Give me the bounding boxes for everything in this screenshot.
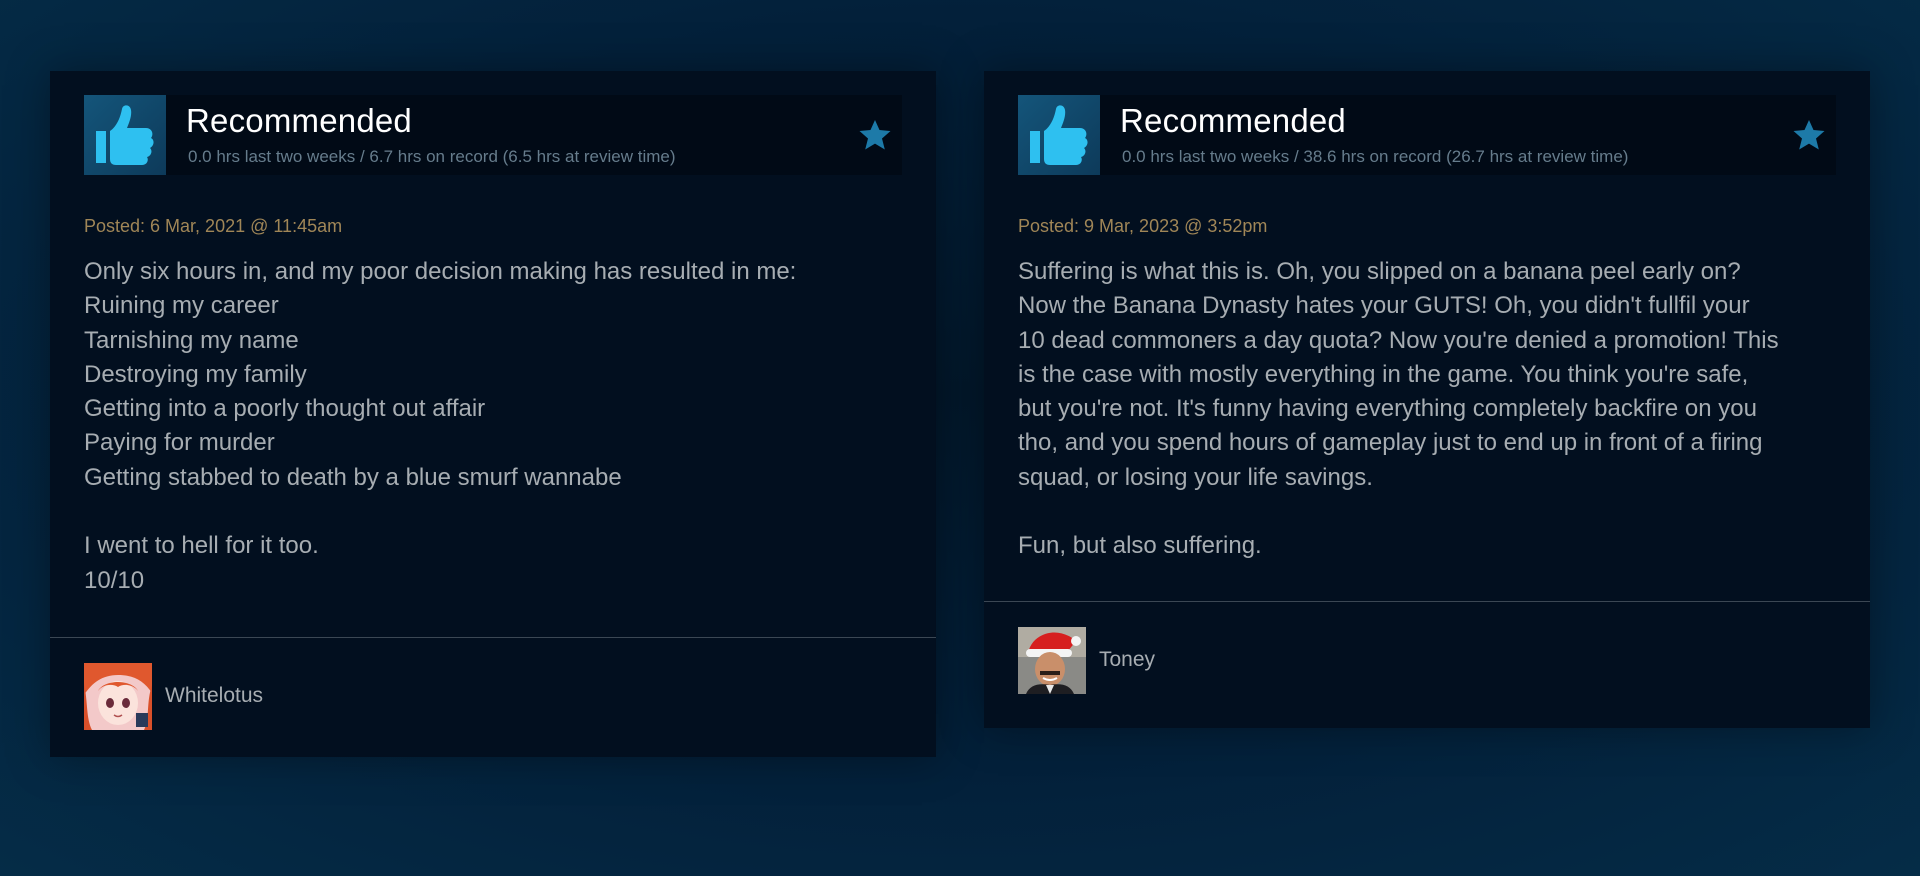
review-header[interactable]: Recommended 0.0 hrs last two weeks / 38.… — [1018, 95, 1836, 175]
review-line: Destroying my family — [84, 360, 307, 388]
review-line: Only six hours in, and my poor decision … — [84, 258, 797, 285]
review-header[interactable]: Recommended 0.0 hrs last two weeks / 6.7… — [84, 95, 902, 175]
reviewer-name[interactable]: Toney — [1099, 648, 1155, 672]
divider — [984, 601, 1870, 602]
posted-date: Posted: 6 Mar, 2021 @ 11:45am — [84, 216, 343, 236]
thumbs-up-icon — [1018, 95, 1100, 175]
review-line — [84, 495, 908, 529]
divider — [50, 637, 936, 638]
review-line: Suffering is what this is. Oh, you slipp… — [1018, 258, 1741, 285]
thumbs-up-icon — [84, 95, 166, 175]
review-card: Recommended 0.0 hrs last two weeks / 38.… — [984, 71, 1870, 728]
verdict-title: Recommended — [186, 102, 412, 139]
review-line: Ruining my career — [84, 292, 279, 320]
reviewer-name[interactable]: Whitelotus — [165, 684, 263, 708]
review-line: I went to hell for it too. — [84, 532, 319, 560]
review-line: Getting stabbed to death by a blue smurf… — [84, 463, 622, 491]
review-line: Now the Banana Dynasty hates your GUTS! … — [1018, 292, 1750, 320]
award-star-icon[interactable] — [1792, 119, 1826, 156]
review-line: Fun, but also suffering. — [1018, 532, 1262, 560]
review-line: 10 dead commoners a day quota? Now you'r… — [1018, 326, 1779, 354]
santa-hat-man-avatar[interactable] — [1018, 627, 1086, 694]
review-body: Suffering is what this is. Oh, you slipp… — [1018, 255, 1842, 564]
review-line — [1018, 495, 1842, 529]
anime-girl-avatar[interactable] — [84, 663, 152, 730]
hours-played: 0.0 hrs last two weeks / 6.7 hrs on reco… — [188, 147, 676, 166]
review-line: but you're not. It's funny having everyt… — [1018, 395, 1757, 423]
review-line: is the case with mostly everything in th… — [1018, 360, 1749, 388]
review-line: tho, and you spend hours of gameplay jus… — [1018, 429, 1763, 457]
review-line: Getting into a poorly thought out affair — [84, 395, 486, 423]
award-star-icon[interactable] — [858, 119, 892, 156]
hours-played: 0.0 hrs last two weeks / 38.6 hrs on rec… — [1122, 147, 1629, 166]
review-line: Tarnishing my name — [84, 326, 299, 354]
review-body: Only six hours in, and my poor decision … — [84, 255, 908, 598]
posted-date: Posted: 9 Mar, 2023 @ 3:52pm — [1018, 216, 1268, 236]
review-line: Paying for murder — [84, 429, 275, 457]
review-line: squad, or losing your life savings. — [1018, 463, 1373, 491]
review-card: Recommended 0.0 hrs last two weeks / 6.7… — [50, 71, 936, 757]
review-line: 10/10 — [84, 566, 145, 594]
verdict-title: Recommended — [1120, 102, 1346, 139]
